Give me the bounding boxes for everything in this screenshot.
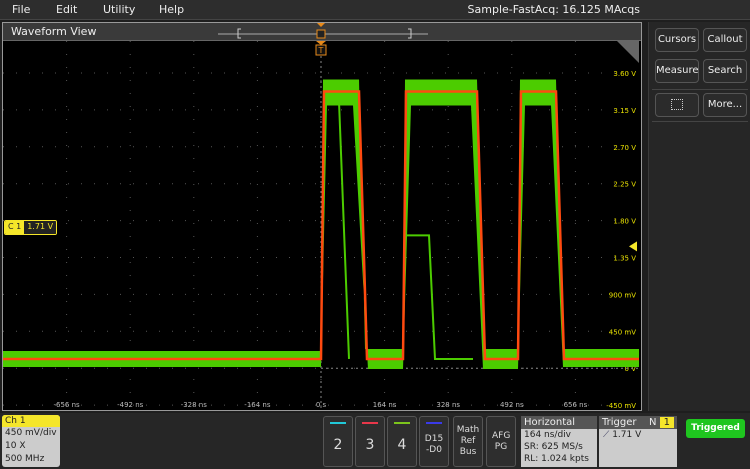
trigger-marker-label: T	[318, 46, 324, 55]
channel1-scale: 450 mV/div	[5, 428, 57, 438]
waveform-runt-trace	[405, 234, 473, 360]
menu-edit[interactable]: Edit	[56, 3, 77, 16]
x-tick-label: -492 ns	[117, 401, 144, 409]
y-tick-label: 900 mV	[609, 291, 636, 299]
x-tick-label: 492 ns	[500, 401, 524, 409]
channel4-label: 4	[397, 437, 407, 453]
digital-label: D15 -D0	[424, 434, 444, 455]
y-tick-label: -450 mV	[606, 402, 636, 410]
trigger-badge[interactable]: Trigger N 1 ⟋ 1.71 V	[599, 416, 677, 467]
rising-edge-icon: ⟋	[603, 430, 610, 440]
waveform-view-title: Waveform View	[11, 25, 97, 38]
channel1-offset-marker[interactable]: C 1 1.71 V	[4, 220, 58, 235]
horizontal-badge[interactable]: Horizontal 164 ns/div SR: 625 MS/s RL: 1…	[521, 416, 597, 467]
menu-bar: File Edit Utility Help Sample-FastAcq: 1…	[0, 0, 750, 20]
waveform-view[interactable]: Waveform View 3.60 V 3.15 V 2.70 V 2.25 V 1.…	[2, 22, 642, 411]
zoom-box-icon	[671, 99, 683, 110]
sample-rate: SR: 625 MS/s	[524, 442, 583, 452]
trigger-header: Trigger N 1	[599, 416, 677, 429]
trigger-source-badge: 1	[659, 417, 674, 428]
channel1-title: Ch 1	[2, 415, 60, 427]
horizontal-scale: 164 ns/div	[524, 430, 572, 440]
settings-bar: Ch 1 450 mV/div 10 X 500 MHz 2 3 4 D15 -…	[0, 413, 750, 469]
channel4-button[interactable]: 4	[387, 416, 417, 467]
y-tick-label: 3.15 V	[613, 107, 636, 115]
afg-pg-label: AFG PG	[492, 431, 511, 452]
channel2-label: 2	[333, 437, 343, 453]
trigger-level-arrow	[629, 241, 637, 252]
menu-file[interactable]: File	[12, 3, 30, 16]
y-tick-label: 3.60 V	[613, 70, 636, 78]
math-ref-bus-button[interactable]: Math Ref Bus	[453, 416, 483, 467]
trigger-mode: N	[648, 417, 657, 428]
math-ref-bus-label: Math Ref Bus	[456, 425, 480, 457]
trigger-title: Trigger	[602, 417, 637, 428]
trigger-level: 1.71 V	[612, 430, 642, 440]
cursors-button[interactable]: Cursors	[655, 28, 699, 52]
record-overview-bar[interactable]	[213, 23, 433, 41]
channel2-button[interactable]: 2	[323, 416, 353, 467]
channel3-button[interactable]: 3	[355, 416, 385, 467]
search-button[interactable]: Search	[703, 59, 747, 83]
channel3-label: 3	[365, 437, 375, 453]
waveform-fall-trace	[325, 100, 350, 360]
side-panel: Cursors Callout Measure Search More...	[648, 22, 750, 411]
channel1-badge[interactable]: Ch 1 450 mV/div 10 X 500 MHz	[2, 415, 60, 467]
y-tick-label: 1.80 V	[613, 218, 636, 226]
y-tick-label: 2.70 V	[613, 144, 636, 152]
horizontal-title: Horizontal	[521, 416, 597, 429]
x-tick-label: -164 ns	[244, 401, 271, 409]
x-tick-label: -328 ns	[181, 401, 208, 409]
zoom-corner-icon	[617, 41, 639, 63]
callout-button[interactable]: Callout	[703, 28, 747, 52]
channel1-bandwidth: 500 MHz	[5, 454, 45, 464]
menu-utility[interactable]: Utility	[103, 3, 135, 16]
menu-help[interactable]: Help	[159, 3, 184, 16]
y-tick-label: 1.35 V	[613, 255, 636, 263]
x-tick-label: -656 ns	[53, 401, 80, 409]
waveform-view-titlebar: Waveform View	[3, 23, 641, 41]
x-tick-label: 328 ns	[436, 401, 460, 409]
measure-button[interactable]: Measure	[655, 59, 699, 83]
divider	[652, 121, 748, 122]
more-button[interactable]: More...	[703, 93, 747, 117]
acquisition-status: Sample-FastAcq: 16.125 MAcqs	[467, 3, 640, 16]
y-tick-label: 450 mV	[609, 328, 636, 336]
channel1-probe: 10 X	[5, 441, 26, 451]
y-tick-label: 2.25 V	[613, 181, 636, 189]
zoom-box-button[interactable]	[655, 93, 699, 117]
divider	[652, 89, 748, 90]
x-tick-label: 164 ns	[373, 401, 397, 409]
waveform-plot[interactable]: 3.60 V 3.15 V 2.70 V 2.25 V 1.80 V 1.35 V 900 …	[3, 41, 641, 411]
trigger-position-arrow	[316, 41, 326, 45]
afg-pg-button[interactable]: AFG PG	[486, 416, 516, 467]
x-tick-label: 656 ns	[564, 401, 588, 409]
digital-button[interactable]: D15 -D0	[419, 416, 449, 467]
record-length: RL: 1.024 kpts	[524, 454, 589, 464]
trigger-status: Triggered	[686, 419, 745, 438]
